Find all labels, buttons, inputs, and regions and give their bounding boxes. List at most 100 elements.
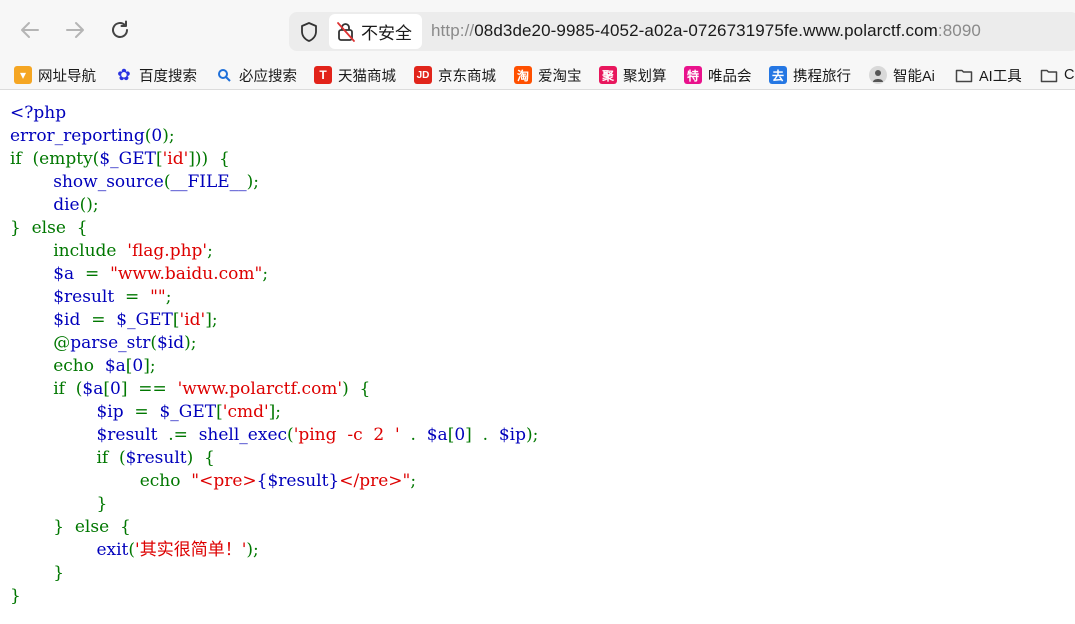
code-token: ] == [120,379,178,399]
bookmark-item[interactable]: 淘 爱淘宝 [514,63,582,87]
reload-icon[interactable] [106,16,134,44]
code-line: $result .= shell_exec('ping -c 2 ' . $a[… [10,424,1070,447]
code-line: if ($result) { [10,447,1070,470]
code-token: $_GET [159,402,217,422]
code-token: = [125,287,151,307]
code-token: ]; [205,310,218,330]
shield-icon[interactable] [298,21,320,43]
ctrip-icon: 去 [769,66,787,84]
code-token: [ [216,402,223,422]
taobao-icon: 淘 [514,66,532,84]
code-token: = [91,310,117,330]
code-token: ) { [342,379,371,399]
code-token: $a [82,379,104,399]
code-line: if (empty($_GET['id'])) { [10,148,1070,171]
code-token: if ( [10,379,83,399]
address-bar[interactable]: 不安全 http://08d3de20-9985-4052-a02a-07267… [289,12,1075,51]
code-line: } [10,493,1070,516]
bookmark-item[interactable]: JD 京东商城 [414,63,496,87]
code-token: $result [125,448,187,468]
code-line: } else { [10,217,1070,240]
code-token: 0 [151,126,163,146]
code-token: {$result} [256,471,340,491]
juhuasuan-icon: 聚 [599,66,617,84]
url-prefix: http:// [431,21,475,40]
code-token: $ip [96,402,135,422]
code-line: $ip = $_GET['cmd']; [10,401,1070,424]
code-token: ( [287,425,294,445]
tmall-icon: T [314,66,332,84]
bookmark-item[interactable]: 聚 聚划算 [599,63,667,87]
code-token: shell_exec [198,425,288,445]
browser-toolbar: 不安全 http://08d3de20-9985-4052-a02a-07267… [0,0,1075,60]
code-token: ; [165,287,172,307]
code-token: echo [10,356,105,376]
nav-icon: ▾ [14,66,32,84]
code-token: [ [155,149,163,169]
code-token: = [85,264,111,284]
code-line: show_source(__FILE__); [10,171,1070,194]
code-token: 'flag.php' [127,241,208,261]
code-token: } else { [10,517,131,537]
code-token: ); [246,172,260,192]
code-token: 'ping -c 2 ' [293,425,400,445]
bookmark-label: 携程旅行 [793,68,851,85]
code-token: } [10,586,21,606]
code-token: "www.baidu.com" [110,264,263,284]
code-token: __FILE__ [170,172,247,192]
code-token: </pre>" [339,471,411,491]
code-token: } [10,494,108,514]
code-token: ); [246,540,259,560]
code-line: echo "<pre>{$result}</pre>"; [10,470,1070,493]
bookmark-item[interactable]: ✿ 百度搜索 [115,63,197,87]
code-token: exit [96,540,129,560]
code-token: 'id' [179,310,206,330]
url-host: 08d3de20-9985-4052-a02a-0726731975fe.www… [474,21,938,40]
code-token: . [399,425,427,445]
bookmark-folder[interactable]: C [1040,63,1074,87]
code-line: die(); [10,194,1070,217]
code-line: } else { [10,516,1070,539]
code-token: $a [426,425,448,445]
code-token: 0 [454,425,466,445]
bookmark-item[interactable]: ▾ 网址导航 [14,63,96,87]
bookmark-label: 爱淘宝 [538,68,582,85]
code-token: 0 [110,379,121,399]
code-token: [ [103,379,110,399]
code-token: } else { [10,218,88,238]
code-token: "<pre> [191,471,257,491]
code-token: $result [96,425,169,445]
bookmark-label: 智能Ai [893,68,935,85]
code-token: ); [525,425,539,445]
baidu-paw-icon: ✿ [117,67,131,84]
code-token: <?php [10,103,67,123]
bookmark-folder[interactable]: AI工具 [955,63,1022,87]
forward-arrow-icon[interactable] [61,16,89,44]
url-text[interactable]: http://08d3de20-9985-4052-a02a-072673197… [431,21,981,41]
bookmark-item[interactable]: 去 携程旅行 [769,63,851,87]
code-token: echo [10,471,192,491]
bookmark-item[interactable]: 必应搜索 [215,63,297,87]
code-token: $a [104,356,126,376]
code-token: ) { [186,448,215,468]
code-token: if (empty( [10,149,100,169]
back-arrow-icon[interactable] [16,16,44,44]
bookmark-item[interactable]: T 天猫商城 [314,63,396,87]
security-status-chip[interactable]: 不安全 [329,14,422,49]
code-line: <?php [10,102,1070,125]
code-token: if ( [10,448,126,468]
code-token: $ip [498,425,526,445]
code-token: ; [262,264,269,284]
code-token: ; [410,471,417,491]
bookmark-item[interactable]: 特 唯品会 [684,63,752,87]
bookmarks-bar: ▾ 网址导航 ✿ 百度搜索 必应搜索 T 天猫商城 JD 京东商城 淘 爱淘宝 … [0,60,1075,90]
bookmark-label: AI工具 [979,68,1022,85]
bookmark-item[interactable]: 智能Ai [869,63,935,87]
